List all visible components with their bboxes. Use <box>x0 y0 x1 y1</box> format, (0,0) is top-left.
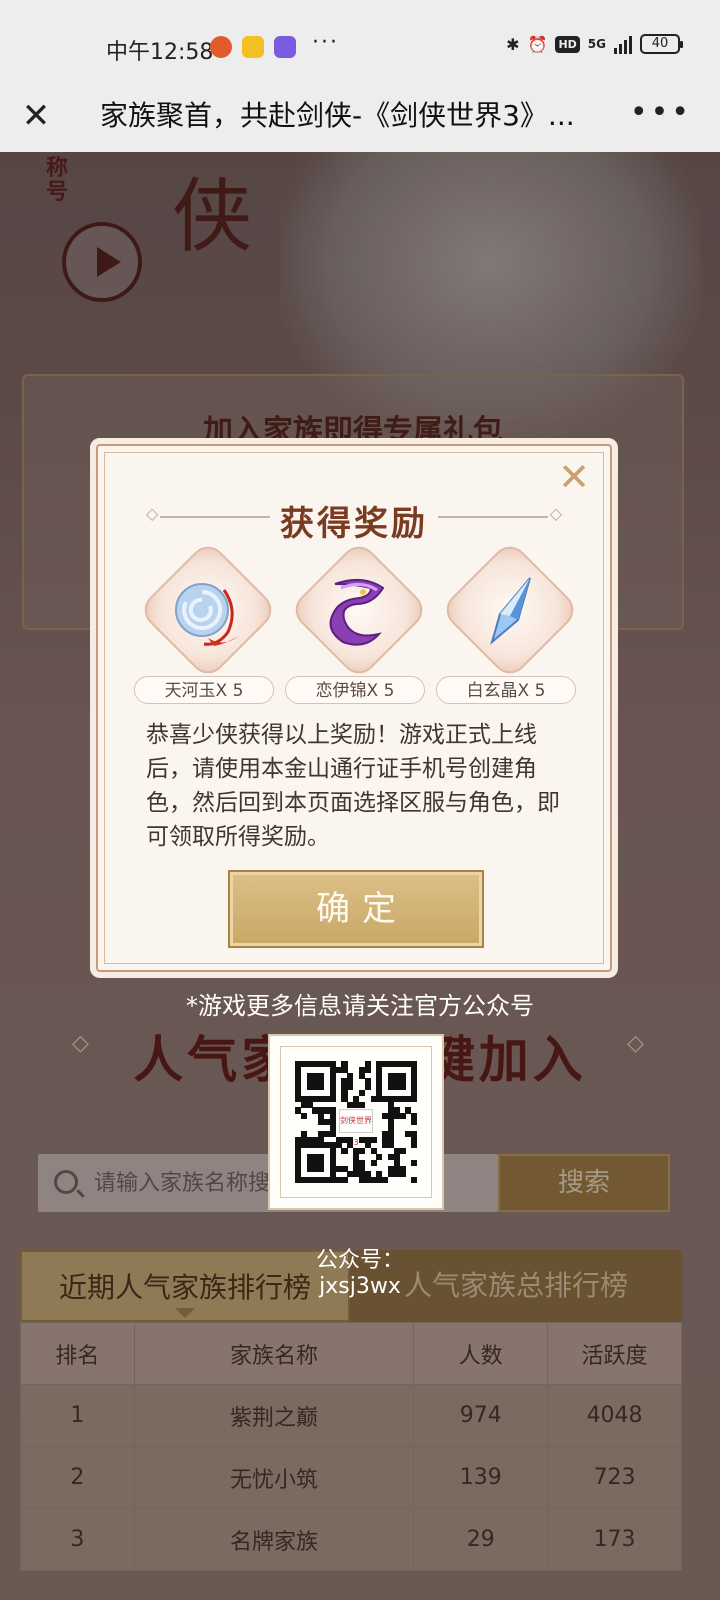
qr-module <box>399 1084 406 1091</box>
qr-module <box>376 1153 383 1161</box>
qr-module <box>370 1159 377 1166</box>
official-account-id: jxsj3wx <box>319 1274 401 1299</box>
qr-code: 剑侠世界3 <box>295 1061 418 1184</box>
qr-module <box>411 1159 418 1166</box>
reward-label: 恋伊锦X 5 <box>285 676 425 704</box>
reward-label: 白玄晶X 5 <box>436 676 576 704</box>
network-label: 5G <box>587 37 606 51</box>
reward-label: 天河玉X 5 <box>134 676 274 704</box>
official-account: 公众号： jxsj3wx <box>0 1248 720 1300</box>
crystal-icon <box>490 577 531 645</box>
purple-silk-icon <box>329 578 385 646</box>
qr-module <box>399 1148 406 1155</box>
qr-module <box>347 1084 354 1091</box>
qr-module <box>318 1084 325 1091</box>
app-notification-icon <box>242 36 264 58</box>
qr-module <box>399 1113 406 1120</box>
qr-code-card: 剑侠世界3 <box>268 1034 444 1210</box>
app-notification-icon <box>210 36 232 58</box>
modal-title: 获得奖励 <box>280 504 428 544</box>
hd-badge: HD <box>555 35 580 53</box>
reward-item: 白玄晶X 5 <box>430 539 581 706</box>
qr-module <box>411 1095 418 1102</box>
qr-module <box>370 1136 377 1143</box>
qr-logo: 剑侠世界3 <box>339 1109 373 1147</box>
reward-item: 恋伊锦X 5 <box>279 539 430 706</box>
reward-modal: ✕ 获得奖励 天河玉X 5 恋伊锦X 5 <box>96 444 612 972</box>
qr-module <box>358 1148 365 1155</box>
qr-module <box>341 1177 348 1184</box>
official-account-label: 公众号： <box>315 1248 404 1273</box>
status-time: 中午12:58 <box>106 40 214 65</box>
qr-module <box>364 1066 371 1073</box>
qr-module <box>358 1101 365 1108</box>
page-title: 家族聚首，共赴剑侠-《剑侠世界3》... <box>100 99 575 132</box>
qr-module <box>399 1171 406 1178</box>
signal-icon <box>614 34 632 54</box>
modal-message: 恭喜少侠获得以上奖励！游戏正式上线后，请使用本金山通行证手机号创建角色，然后回到… <box>146 722 560 850</box>
status-more-icon: ··· <box>312 30 339 55</box>
qr-module <box>411 1142 418 1149</box>
battery-icon: 40 <box>640 34 683 54</box>
close-button[interactable]: ✕ <box>18 98 54 134</box>
jade-pendant-icon <box>175 583 238 646</box>
notification-icons <box>210 36 296 58</box>
qr-module <box>358 1090 365 1097</box>
alarm-icon: ⏰ <box>527 34 548 54</box>
status-right: ✱ ⏰ HD 5G 40 <box>506 34 683 54</box>
qr-module <box>329 1095 336 1102</box>
follow-tip: *游戏更多信息请关注官方公众号 <box>186 992 534 1020</box>
reward-item: 天河玉X 5 <box>128 539 279 706</box>
modal-close-button[interactable]: ✕ <box>554 458 594 498</box>
qr-module <box>300 1113 307 1120</box>
qr-module <box>382 1177 389 1184</box>
qr-module <box>318 1165 325 1172</box>
qr-module <box>411 1119 418 1126</box>
reward-list: 天河玉X 5 恋伊锦X 5 白玄晶X 5 <box>128 539 584 706</box>
title-bar: ✕ 家族聚首，共赴剑侠-《剑侠世界3》... ••• <box>0 96 720 152</box>
bluetooth-icon: ✱ <box>506 34 520 54</box>
confirm-button[interactable]: 确定 <box>228 870 484 948</box>
more-options-button[interactable]: ••• <box>630 96 692 130</box>
app-notification-icon <box>274 36 296 58</box>
qr-code-frame: 剑侠世界3 <box>280 1046 432 1198</box>
qr-module <box>364 1084 371 1091</box>
status-bar: 中午12:58 ··· ✱ ⏰ HD 5G 40 <box>0 0 720 96</box>
qr-module <box>341 1148 348 1155</box>
qr-module <box>411 1177 418 1184</box>
